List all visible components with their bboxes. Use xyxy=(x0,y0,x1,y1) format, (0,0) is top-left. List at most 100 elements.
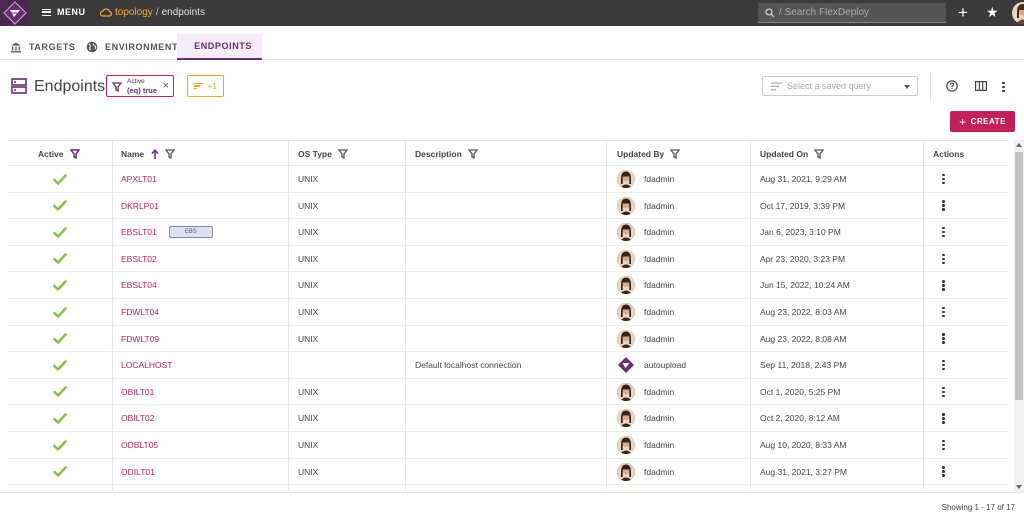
table-scrollbar[interactable] xyxy=(1014,140,1024,492)
more-vert-icon[interactable] xyxy=(942,412,945,426)
create-button[interactable]: + CREATE xyxy=(950,111,1015,132)
endpoint-name-link[interactable]: FDWLT04 xyxy=(121,307,159,317)
scroll-up-icon[interactable] xyxy=(1016,143,1022,147)
endpoint-name-link[interactable]: LOCALHOST xyxy=(121,360,173,370)
add-icon[interactable]: + xyxy=(958,4,968,21)
column-header-name[interactable]: Name xyxy=(121,141,176,167)
global-search[interactable] xyxy=(758,3,946,23)
table-row[interactable]: ODILT01 UNIX fdadmin Aug 31, 2021, 3:27 PM xyxy=(8,459,1008,486)
table-row[interactable]: EBSLT02 UNIX fdadmin Apr 23, 2020, 3:23 PM xyxy=(8,246,1008,273)
scroll-down-icon[interactable] xyxy=(1016,485,1022,489)
row-actions[interactable] xyxy=(942,352,945,378)
endpoint-name-cell: OBILT01 xyxy=(121,379,154,405)
active-filter-chip[interactable]: Active (eq) true × xyxy=(106,75,174,97)
star-icon[interactable]: ★ xyxy=(986,5,999,19)
more-vert-icon[interactable] xyxy=(942,438,945,452)
row-actions[interactable] xyxy=(942,405,945,431)
active-check-icon xyxy=(53,352,67,378)
filter-icon[interactable] xyxy=(814,149,825,159)
table-row[interactable]: OBILT02 UNIX fdadmin Oct 2, 2020, 8:12 AM xyxy=(8,405,1008,432)
more-vert-icon[interactable] xyxy=(942,385,945,399)
filter-chip-label: Active xyxy=(127,78,145,85)
updated-by-name: fdadmin xyxy=(644,333,675,344)
endpoint-name-link[interactable]: DKRLP01 xyxy=(121,201,159,211)
menu-button[interactable]: MENU xyxy=(42,7,86,17)
os-type-cell: UNIX xyxy=(298,413,319,424)
row-actions[interactable] xyxy=(942,246,945,272)
row-actions[interactable] xyxy=(942,219,945,245)
filter-icon[interactable] xyxy=(337,149,348,159)
table-row[interactable]: OBILT01 UNIX fdadmin Oct 1, 2020, 5:25 PM xyxy=(8,379,1008,406)
os-type-cell: UNIX xyxy=(298,466,319,477)
sort-chip[interactable]: +1 xyxy=(187,75,224,97)
more-vert-icon[interactable] xyxy=(942,172,945,186)
table-row[interactable]: APXLT01 UNIX fdadmin Aug 31, 2021, 9:29 AM xyxy=(8,166,1008,193)
user-avatar[interactable] xyxy=(1012,2,1024,24)
filter-icon[interactable] xyxy=(69,149,80,159)
table-row[interactable]: FDWLT09 UNIX fdadmin Aug 23, 2022, 8:08 AM xyxy=(8,326,1008,353)
endpoint-name-link[interactable]: EBSLT01 xyxy=(121,227,157,237)
column-header-active[interactable]: Active xyxy=(38,141,80,167)
endpoint-name-link[interactable]: FDWLT09 xyxy=(121,334,159,344)
column-header-updated-on[interactable]: Updated On xyxy=(760,141,825,167)
more-vert-icon[interactable] xyxy=(942,332,945,346)
user-avatar xyxy=(617,462,635,481)
endpoint-name-link[interactable]: EBSLT02 xyxy=(121,254,157,264)
table-row[interactable]: FDWLT04 UNIX fdadmin Aug 23, 2022, 8:03 AM xyxy=(8,299,1008,326)
breadcrumb-topology[interactable]: topology xyxy=(115,7,153,18)
updated-by-cell: fdadmin xyxy=(617,246,674,272)
more-vert-icon[interactable] xyxy=(942,465,945,479)
more-vert-icon[interactable] xyxy=(942,199,945,213)
row-actions[interactable] xyxy=(942,272,945,298)
row-actions[interactable] xyxy=(942,432,945,458)
updated-by-cell: fdadmin xyxy=(617,272,674,298)
more-vert-icon[interactable] xyxy=(942,358,945,372)
more-vert-icon[interactable] xyxy=(942,279,945,293)
flexdeploy-logo[interactable] xyxy=(0,0,30,26)
scrollbar-thumb[interactable] xyxy=(1015,152,1023,400)
search-input[interactable] xyxy=(779,7,939,18)
column-header-updated-by[interactable]: Updated By xyxy=(617,141,681,167)
columns-icon[interactable] xyxy=(975,81,987,91)
more-vert-icon[interactable] xyxy=(942,305,945,319)
tab-endpoints[interactable]: ENDPOINTS xyxy=(177,34,262,60)
endpoint-name-link[interactable]: ODBLT05 xyxy=(121,440,158,450)
updated-by-name: fdadmin xyxy=(644,386,675,397)
table-row[interactable]: ODBLT05 UNIX fdadmin Aug 10, 2020, 8:33 AM xyxy=(8,432,1008,459)
row-actions[interactable] xyxy=(942,299,945,325)
row-actions[interactable] xyxy=(942,166,945,192)
row-actions[interactable] xyxy=(942,379,945,405)
arrow-up-icon[interactable] xyxy=(151,148,159,160)
endpoint-name-link[interactable]: OBILT01 xyxy=(121,387,154,397)
table-row[interactable]: LOCALHOST Default localhost connection aut… xyxy=(8,352,1008,379)
updated-on-cell: Oct 1, 2020, 5:25 PM xyxy=(760,386,841,397)
breadcrumb: topology / endpoints xyxy=(100,7,205,18)
filter-icon[interactable] xyxy=(467,149,478,159)
more-vert-icon[interactable] xyxy=(942,252,945,266)
more-vert-icon[interactable] xyxy=(942,225,945,239)
help-icon[interactable] xyxy=(946,80,958,92)
column-header-description[interactable]: Description xyxy=(415,141,478,167)
filter-icon[interactable] xyxy=(165,149,176,159)
more-vert-icon[interactable] xyxy=(1002,80,1005,94)
tab-targets[interactable]: TARGETS xyxy=(0,34,86,60)
row-actions[interactable] xyxy=(942,459,945,485)
close-icon[interactable]: × xyxy=(163,80,169,92)
table-row[interactable]: EBSLT04 UNIX fdadmin Jun 15, 2022, 10:24 AM xyxy=(8,272,1008,299)
row-actions[interactable] xyxy=(942,326,945,352)
column-header-os-type[interactable]: OS Type xyxy=(298,141,348,167)
saved-query-select[interactable]: Select a saved query xyxy=(762,76,918,96)
filter-icon[interactable] xyxy=(670,149,681,159)
endpoint-name-link[interactable]: OBILT02 xyxy=(121,413,154,423)
os-type-cell: UNIX xyxy=(298,174,319,184)
endpoint-name-link[interactable]: APXLT01 xyxy=(121,174,157,184)
user-avatar xyxy=(617,382,635,401)
sort-lines-icon xyxy=(194,81,204,91)
table-row[interactable]: EBSLT01 EBS UNIX fdadmin Jan 6, 2023, 3:10 P… xyxy=(8,219,1008,246)
active-check-icon xyxy=(53,166,67,192)
row-actions[interactable] xyxy=(942,193,945,219)
table-row[interactable]: DKRLP01 UNIX fdadmin Oct 17, 2019, 3:39 PM xyxy=(8,193,1008,220)
updated-on-cell: Apr 23, 2020, 3:23 PM xyxy=(760,253,846,264)
endpoint-name-link[interactable]: EBSLT04 xyxy=(121,280,157,290)
endpoint-name-link[interactable]: ODILT01 xyxy=(121,467,155,477)
